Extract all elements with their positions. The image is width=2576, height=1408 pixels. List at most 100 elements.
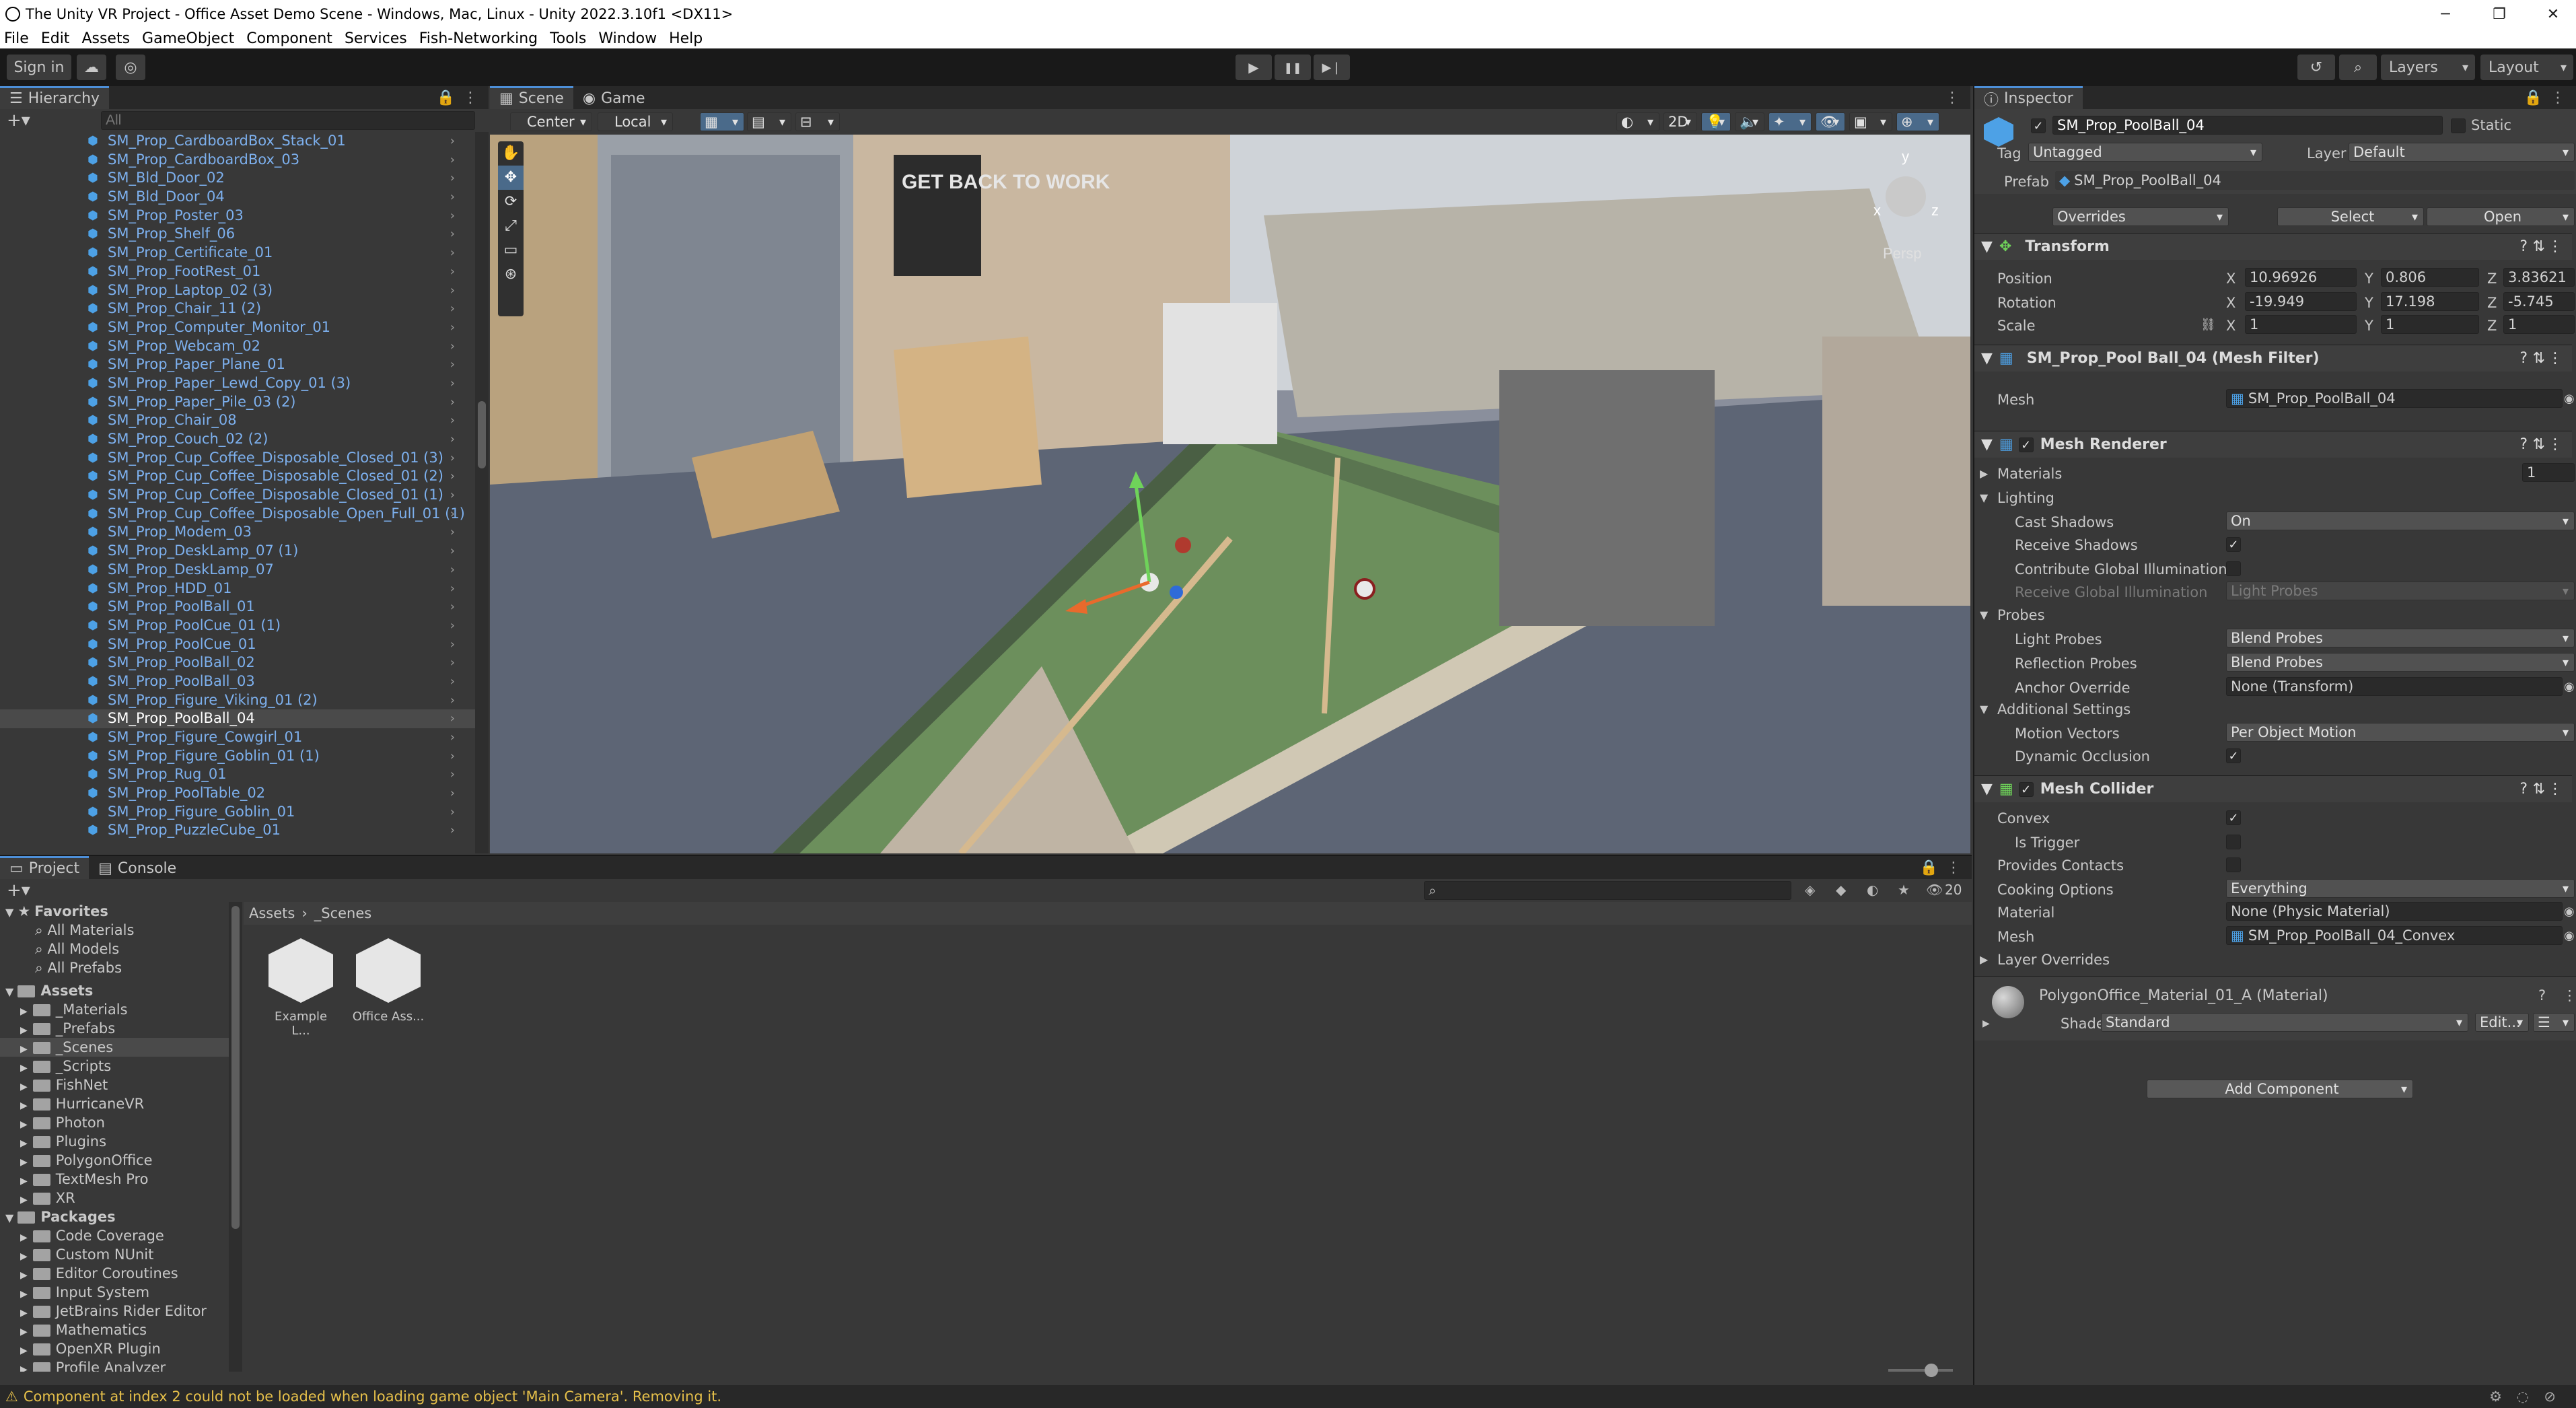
lock-icon[interactable]: 🔒 bbox=[2524, 90, 2542, 106]
hierarchy-item[interactable]: ⬢ SM_Prop_CardboardBox_Stack_01 › bbox=[0, 132, 475, 151]
hierarchy-item[interactable]: ⬢ SM_Prop_Cup_Coffee_Disposable_Closed_01… bbox=[0, 486, 475, 505]
materials-label[interactable]: Materials bbox=[1997, 466, 2062, 482]
chevron-right-icon[interactable]: › bbox=[450, 467, 455, 486]
hierarchy-item[interactable]: ⬢ SM_Prop_PoolCue_01 › bbox=[0, 635, 475, 654]
additional-settings-label[interactable]: Additional Settings bbox=[1997, 701, 2131, 717]
hierarchy-item[interactable]: ⬢ SM_Prop_Paper_Plane_01 › bbox=[0, 355, 475, 374]
more-icon[interactable]: ⋮ bbox=[1946, 859, 1961, 876]
hierarchy-item[interactable]: ⬢ SM_Prop_Figure_Goblin_01 › bbox=[0, 803, 475, 822]
status-bar[interactable]: ⚠ Component at index 2 could not be load… bbox=[0, 1385, 2576, 1408]
menu-edit[interactable]: Edit bbox=[41, 30, 70, 47]
open-prefab-button[interactable]: Open bbox=[2427, 207, 2575, 226]
foldout-arrow-icon[interactable]: ▼ bbox=[1980, 703, 1988, 715]
foldout-arrow-icon[interactable]: ▼ bbox=[5, 985, 13, 998]
foldout-arrow-icon[interactable]: ▶ bbox=[20, 1044, 28, 1055]
lighting-icon[interactable]: 💡 bbox=[1701, 112, 1731, 131]
scene-viewport[interactable]: GET BACK TO WORK y x z Persp bbox=[490, 135, 1970, 853]
foldout-arrow-icon[interactable]: ▶ bbox=[20, 1063, 28, 1073]
rect-tool-icon[interactable]: ▭ bbox=[498, 238, 524, 262]
help-icon[interactable]: ? bbox=[2519, 436, 2528, 453]
hierarchy-item[interactable]: ⬢ SM_Prop_DeskLamp_07 (1) › bbox=[0, 542, 475, 561]
position-z-field[interactable]: 3.83621 bbox=[2503, 268, 2575, 287]
hierarchy-item[interactable]: ⬢ SM_Prop_HDD_01 › bbox=[0, 579, 475, 598]
persp-label[interactable]: Persp bbox=[1883, 245, 1921, 262]
chevron-right-icon[interactable]: › bbox=[450, 765, 455, 784]
tab-inspector[interactable]: ⓘ Inspector bbox=[1974, 86, 2083, 109]
chevron-right-icon[interactable]: › bbox=[450, 207, 455, 225]
scrollbar-thumb[interactable] bbox=[478, 401, 486, 468]
collider-mesh-field[interactable]: ▦ SM_Prop_PoolBall_04_Convex bbox=[2226, 926, 2563, 945]
chevron-right-icon[interactable]: › bbox=[450, 300, 455, 318]
folder-item[interactable]: ▶ OpenXR Plugin bbox=[0, 1339, 229, 1358]
menu-tools[interactable]: Tools bbox=[550, 30, 586, 47]
chevron-right-icon[interactable]: › bbox=[450, 449, 455, 468]
progress-icon[interactable]: ◌ bbox=[2517, 1388, 2529, 1405]
hierarchy-item[interactable]: ⬢ SM_Prop_Couch_02 (2) › bbox=[0, 430, 475, 449]
foldout-arrow-icon[interactable]: ▼ bbox=[1980, 491, 1988, 504]
zoom-slider-thumb[interactable] bbox=[1925, 1364, 1938, 1377]
hierarchy-item[interactable]: ⬢ SM_Bld_Door_04 › bbox=[0, 188, 475, 207]
hierarchy-item[interactable]: ⬢ SM_Prop_Paper_Pile_03 (2) › bbox=[0, 393, 475, 412]
hierarchy-item[interactable]: ⬢ SM_Prop_Cup_Coffee_Disposable_Open_Full… bbox=[0, 505, 475, 524]
foldout-arrow-icon[interactable]: ▶ bbox=[20, 1308, 28, 1318]
mesh-collider-enabled-checkbox[interactable]: ✓ bbox=[2018, 781, 2034, 797]
effects-icon[interactable]: ✦ bbox=[1768, 112, 1812, 131]
menu-window[interactable]: Window bbox=[598, 30, 657, 47]
folder-item[interactable]: ▶ FishNet bbox=[0, 1076, 229, 1094]
hierarchy-item[interactable]: ⬢ SM_Prop_Rug_01 › bbox=[0, 765, 475, 784]
chevron-right-icon[interactable]: › bbox=[450, 803, 455, 822]
folder-item[interactable]: ▶ _Prefabs bbox=[0, 1019, 229, 1038]
hierarchy-item[interactable]: ⬢ SM_Prop_PoolBall_01 › bbox=[0, 598, 475, 617]
mesh-renderer-enabled-checkbox[interactable]: ✓ bbox=[2018, 437, 2034, 452]
assets-header[interactable]: ▼ Assets bbox=[0, 981, 229, 1000]
folder-item[interactable]: ▶ JetBrains Rider Editor bbox=[0, 1302, 229, 1321]
favorite-item[interactable]: ⌕ All Models bbox=[0, 940, 229, 958]
sign-in-button[interactable]: Sign in bbox=[7, 55, 71, 80]
tab-scene[interactable]: ▦ Scene bbox=[490, 86, 573, 109]
folder-item[interactable]: ▶ TextMesh Pro bbox=[0, 1170, 229, 1189]
folder-item[interactable]: ▶ _Scenes bbox=[0, 1038, 229, 1057]
position-x-field[interactable]: 10.96926 bbox=[2245, 268, 2357, 287]
more-icon[interactable]: ⋮ bbox=[2548, 238, 2563, 255]
chevron-right-icon[interactable]: › bbox=[450, 747, 455, 766]
shader-edit-button[interactable]: Edit... bbox=[2475, 1013, 2529, 1032]
hierarchy-item[interactable]: ⬢ SM_Prop_Chair_11 (2) › bbox=[0, 300, 475, 318]
foldout-arrow-icon[interactable]: ▶ bbox=[20, 1006, 28, 1017]
favorites-header[interactable]: ▼ ★ Favorites bbox=[0, 902, 229, 921]
play-button[interactable]: ▶ bbox=[1236, 55, 1272, 80]
hand-tool-icon[interactable]: ✋ bbox=[498, 141, 524, 166]
packages-header[interactable]: ▼ Packages bbox=[0, 1207, 229, 1226]
tab-console[interactable]: ▤ Console bbox=[89, 856, 186, 879]
cloud-icon[interactable]: ☁ bbox=[77, 55, 106, 80]
preset-icon[interactable]: ⇅ bbox=[2533, 350, 2545, 367]
foldout-arrow-icon[interactable]: ▼ bbox=[1981, 238, 1993, 255]
foldout-arrow-icon[interactable]: ▶ bbox=[1980, 467, 1988, 480]
is-trigger-checkbox[interactable] bbox=[2226, 835, 2241, 849]
chevron-right-icon[interactable]: › bbox=[450, 225, 455, 244]
chevron-right-icon[interactable]: › bbox=[450, 355, 455, 374]
hierarchy-item[interactable]: ⬢ SM_Prop_CardboardBox_03 › bbox=[0, 151, 475, 170]
shading-mode-icon[interactable]: ◐ bbox=[1616, 112, 1659, 131]
foldout-arrow-icon[interactable]: ▼ bbox=[1981, 436, 1993, 453]
lock-icon[interactable]: 🔒 bbox=[437, 90, 455, 106]
object-picker-icon[interactable]: ◉ bbox=[2564, 929, 2575, 943]
grid-snap-icon[interactable]: ▦ bbox=[700, 112, 744, 131]
chevron-right-icon[interactable]: › bbox=[450, 169, 455, 188]
hierarchy-item[interactable]: ⬢ SM_Prop_PoolTable_02 › bbox=[0, 784, 475, 803]
contribute-gi-checkbox[interactable] bbox=[2226, 561, 2241, 576]
folder-item[interactable]: ▶ Photon bbox=[0, 1113, 229, 1132]
more-icon[interactable]: ⋮ bbox=[463, 90, 478, 106]
zoom-slider[interactable] bbox=[1888, 1364, 1953, 1377]
hierarchy-item[interactable]: ⬢ SM_Prop_Webcam_02 › bbox=[0, 337, 475, 356]
chevron-right-icon[interactable]: › bbox=[450, 505, 455, 524]
hidden-count-icon[interactable]: 👁 bbox=[1926, 882, 1943, 898]
chevron-right-icon[interactable]: › bbox=[450, 281, 455, 300]
hierarchy-item[interactable]: ⬢ SM_Prop_Figure_Goblin_01 (1) › bbox=[0, 747, 475, 766]
foldout-arrow-icon[interactable]: ▼ bbox=[1980, 608, 1988, 621]
more-icon[interactable]: ⋮ bbox=[2548, 781, 2563, 798]
foldout-arrow-icon[interactable]: ▶ bbox=[20, 1119, 28, 1130]
hierarchy-item[interactable]: ⬢ SM_Prop_Shelf_06 › bbox=[0, 225, 475, 244]
scale-x-field[interactable]: 1 bbox=[2245, 315, 2357, 334]
shader-dropdown[interactable]: Standard bbox=[2101, 1013, 2468, 1032]
pivot-dropdown[interactable]: Center bbox=[510, 112, 592, 131]
